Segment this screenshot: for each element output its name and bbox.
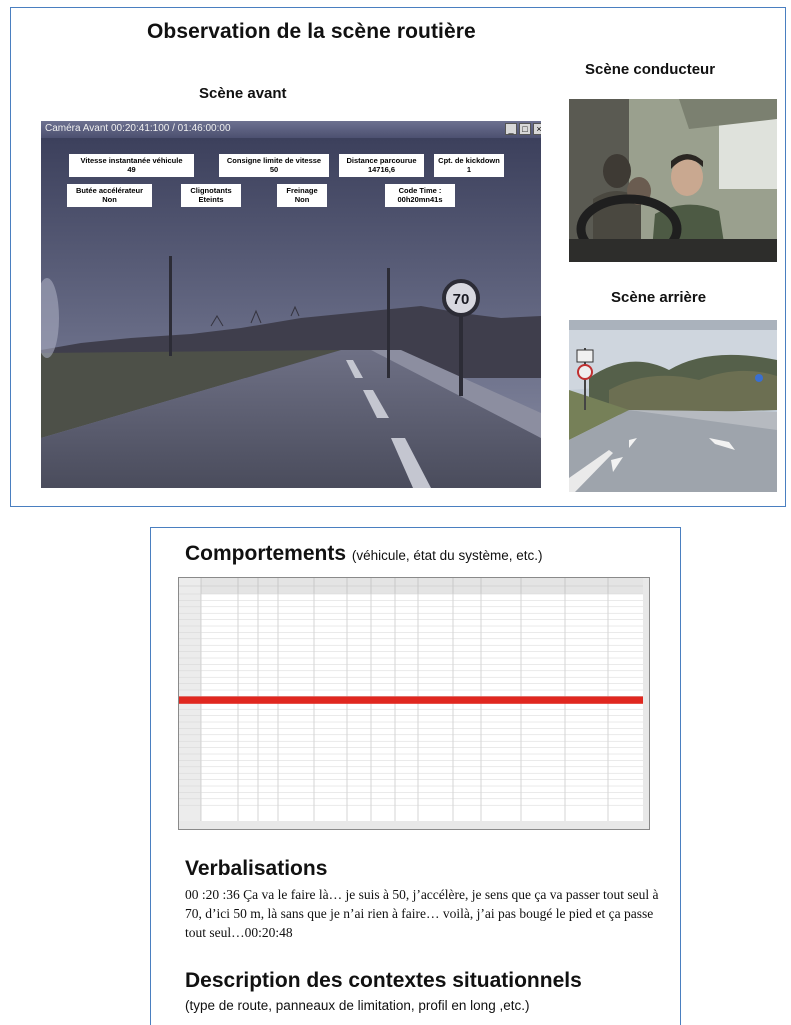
vertical-scrollbar — [643, 578, 649, 829]
timecode-label: Code Time : — [398, 186, 442, 195]
minimize-button[interactable]: _ — [505, 123, 517, 135]
contexts-title: Description des contextes situationnels — [185, 969, 582, 992]
sheet-tabs-bar — [179, 821, 649, 829]
timecode-value: 00h20mn41s — [397, 195, 443, 204]
verbalisation-transcript: 00 :20 :36 Ça va le faire là… je suis à … — [185, 887, 659, 940]
accelerator-label: Butée accélérateur — [75, 186, 144, 195]
highlighted-row — [179, 696, 643, 704]
road-scene-figure: Observation de la scène routière Scène a… — [10, 7, 786, 507]
behaviours-heading: Comportements (véhicule, état du système… — [185, 542, 542, 566]
braking-overlay: Freinage Non — [277, 184, 327, 207]
contexts-note: (type de route, panneaux de limitation, … — [185, 998, 530, 1013]
speed-value: 49 — [127, 165, 136, 174]
figure-title: Observation de la scène routière — [147, 20, 476, 43]
speed-label: Vitesse instantanée véhicule — [80, 156, 183, 165]
spreadsheet-grid — [179, 578, 649, 829]
rear-camera-image — [569, 320, 777, 492]
kickdown-value: 1 — [466, 165, 472, 174]
kickdown-label: Cpt. de kickdown — [438, 156, 500, 165]
timecode-overlay: Code Time : 00h20mn41s — [385, 184, 455, 207]
indicators-label: Clignotants — [190, 186, 232, 195]
behaviours-note: (véhicule, état du système, etc.) — [351, 548, 543, 563]
braking-value: Non — [294, 195, 310, 204]
accelerator-value: Non — [102, 195, 117, 204]
close-button[interactable]: × — [533, 123, 541, 135]
speed-limit-label: Consigne limite de vitesse — [226, 156, 322, 165]
braking-label: Freinage — [286, 186, 318, 195]
front-view-title: Scène avant — [199, 85, 287, 102]
analysis-document: Comportements (véhicule, état du système… — [150, 527, 681, 1025]
accelerator-overlay: Butée accélérateur Non — [67, 184, 152, 207]
camera-titlebar: Caméra Avant 00:20:41:100 / 01:46:00:00 … — [41, 121, 541, 138]
driver-camera-image — [569, 99, 777, 262]
indicators-overlay: Clignotants Eteints — [181, 184, 241, 207]
front-camera-window: 70 Caméra Avant 00:20:41:100 / 01:46:00:… — [41, 121, 541, 488]
camera-timecode: Caméra Avant 00:20:41:100 / 01:46:00:00 — [45, 123, 231, 134]
verbalisations-title: Verbalisations — [185, 857, 328, 880]
driver-view-title: Scène conducteur — [585, 61, 716, 78]
rear-view-title: Scène arrière — [611, 289, 707, 306]
speed-overlay: Vitesse instantanée véhicule 49 — [69, 154, 194, 177]
indicators-value: Eteints — [198, 195, 224, 204]
kickdown-overlay: Cpt. de kickdown 1 — [434, 154, 504, 177]
maximize-button[interactable]: □ — [519, 123, 531, 135]
speed-sign-value: 70 — [453, 291, 470, 308]
distance-label: Distance parcourue — [346, 156, 417, 165]
behaviours-title: Comportements — [185, 542, 347, 565]
speed-limit-overlay: Consigne limite de vitesse 50 — [219, 154, 329, 177]
speed-limit-value: 50 — [269, 165, 279, 174]
distance-value: 14716,6 — [367, 165, 396, 174]
distance-overlay: Distance parcourue 14716,6 — [339, 154, 424, 177]
data-spreadsheet[interactable] — [178, 577, 650, 830]
